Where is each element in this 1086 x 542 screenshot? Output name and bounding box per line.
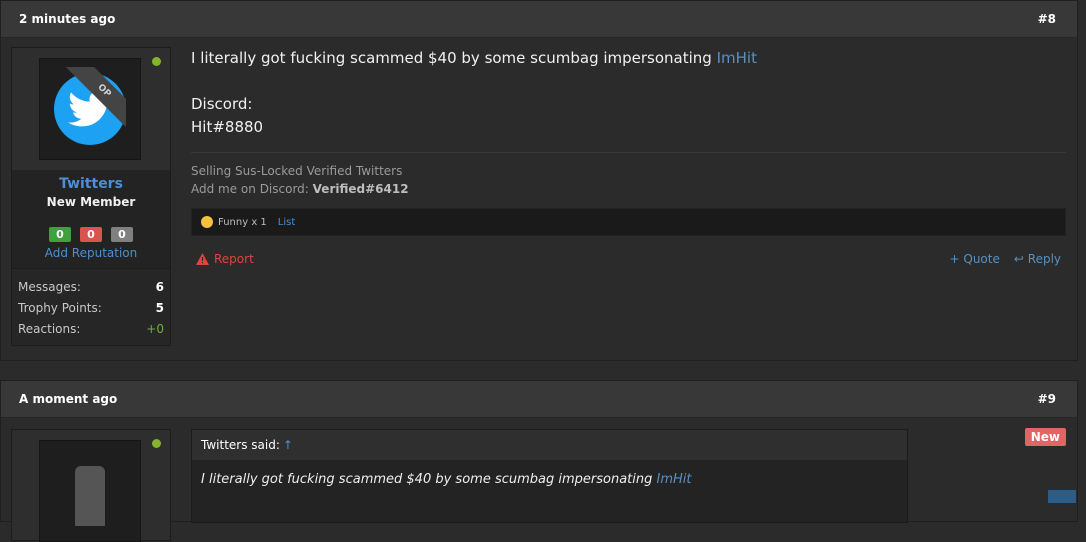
post-actions: Report + Quote ↩ Reply	[191, 252, 1066, 266]
reactions-bar: Funny x 1 List	[191, 208, 1066, 236]
post-time[interactable]: A moment ago	[19, 392, 117, 406]
signature-text: Add me on Discord:	[191, 182, 309, 196]
post-content: I literally got fucking scammed $40 by s…	[191, 47, 1066, 266]
reply-button[interactable]: ↩ Reply	[1014, 252, 1061, 266]
user-info: Twitters New Member 0 0 0 Add Reputation	[12, 170, 170, 268]
avatar-figure	[75, 466, 105, 526]
stat-label: Reactions:	[18, 321, 81, 336]
reply-label: Reply	[1027, 252, 1061, 266]
report-button[interactable]: Report	[196, 252, 254, 266]
user-mention-link[interactable]: ImHit	[657, 472, 692, 487]
message-body: I literally got fucking scammed $40 by s…	[191, 47, 1066, 139]
post-time[interactable]: 2 minutes ago	[19, 12, 115, 26]
reaction-list-link[interactable]: List	[278, 217, 295, 228]
scroll-to-bottom-button[interactable]	[1048, 490, 1076, 503]
user-mention-link[interactable]: ImHit	[717, 49, 757, 67]
quote-body: I literally got fucking scammed $40 by s…	[192, 460, 907, 499]
post-9: A moment ago #9 Twitters said: ↑ I liter…	[0, 380, 1078, 542]
signature-line: Selling Sus-Locked Verified Twitters	[191, 164, 403, 178]
quote-author[interactable]: Twitters said:	[201, 438, 280, 452]
signature-line: Add me on Discord: Verified#6412	[191, 180, 1066, 198]
online-status-icon	[152, 57, 161, 66]
post-header: 2 minutes ago #8	[1, 1, 1077, 38]
user-stats: Messages: 6 Trophy Points: 5 Reactions: …	[12, 268, 170, 345]
reputation-row: 0 0 0	[12, 227, 170, 242]
quote-header: Twitters said: ↑	[192, 430, 907, 460]
jump-to-quote-icon[interactable]: ↑	[283, 438, 293, 452]
quote-block: Twitters said: ↑ I literally got fucking…	[191, 429, 908, 523]
add-reputation-link[interactable]: Add Reputation	[12, 246, 170, 260]
avatar-area	[12, 430, 170, 542]
user-title: New Member	[46, 195, 136, 209]
avatar-area: OP	[12, 48, 170, 170]
stat-label: Messages:	[18, 279, 81, 294]
username[interactable]: Twitters	[12, 176, 170, 192]
quote-text: I literally got fucking scammed $40 by s…	[201, 472, 653, 487]
avatar[interactable]	[39, 440, 141, 542]
stat-trophy-points: Trophy Points: 5	[18, 297, 164, 318]
avatar[interactable]: OP	[39, 58, 141, 160]
message-line: Hit#8880	[191, 118, 264, 136]
stat-value: +0	[146, 321, 164, 336]
post-8: 2 minutes ago #8 OP Twitters New Member …	[0, 0, 1078, 361]
signature-discord: Verified#6412	[312, 182, 409, 196]
quote-button[interactable]: + Quote	[950, 252, 1000, 266]
signature: Selling Sus-Locked Verified Twitters Add…	[191, 152, 1066, 198]
positive-rep-badge: 0	[49, 227, 71, 242]
op-ribbon-label: OP	[61, 67, 126, 134]
reply-actions: + Quote ↩ Reply	[950, 252, 1061, 266]
post-number[interactable]: #8	[1038, 12, 1056, 26]
reaction-summary[interactable]: Funny x 1	[218, 217, 267, 228]
neutral-rep-badge: 0	[111, 227, 133, 242]
stat-label: Trophy Points:	[18, 300, 102, 315]
user-panel: OP Twitters New Member 0 0 0 Add Reputat…	[11, 47, 171, 346]
online-status-icon	[152, 439, 161, 448]
stat-reactions: Reactions: +0	[18, 318, 164, 339]
negative-rep-badge: 0	[80, 227, 102, 242]
report-label: Report	[214, 252, 254, 266]
message-line: Discord:	[191, 95, 253, 113]
stat-value[interactable]: 5	[156, 301, 164, 315]
op-ribbon: OP	[54, 67, 126, 139]
stat-value[interactable]: 6	[156, 280, 164, 294]
warning-icon	[196, 253, 209, 265]
message-text: I literally got fucking scammed $40 by s…	[191, 49, 712, 67]
new-badge: New	[1024, 428, 1066, 446]
message-line: I literally got fucking scammed $40 by s…	[191, 47, 1066, 70]
reply-arrow-icon: ↩	[1013, 252, 1024, 266]
funny-emoji-icon	[201, 216, 213, 228]
stat-messages: Messages: 6	[18, 276, 164, 297]
user-panel	[11, 429, 171, 542]
post-header: A moment ago #9	[1, 381, 1077, 418]
post-number[interactable]: #9	[1038, 392, 1056, 406]
